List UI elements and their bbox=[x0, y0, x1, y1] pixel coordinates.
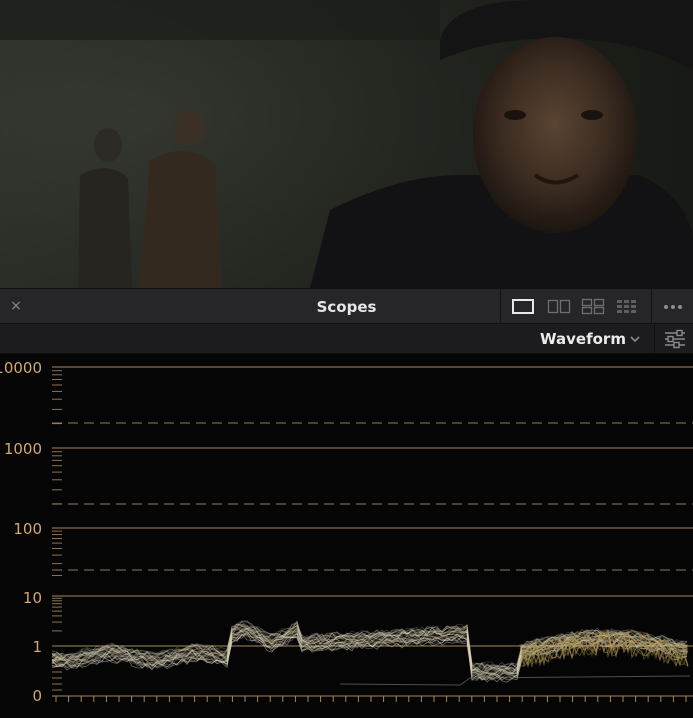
video-viewer[interactable] bbox=[0, 0, 693, 288]
scope-type-label: Waveform bbox=[540, 330, 626, 348]
dual-layout-icon[interactable] bbox=[547, 298, 571, 315]
scope-type-bar: Waveform bbox=[0, 324, 693, 354]
more-options-icon[interactable] bbox=[651, 289, 693, 325]
axis-label-0: 0 bbox=[32, 687, 42, 705]
waveform-scope[interactable]: 10000 1000 100 10 1 0 bbox=[0, 354, 693, 718]
axis-label-1000: 1000 bbox=[4, 440, 42, 458]
layout-switcher bbox=[500, 289, 650, 325]
sliders-settings-icon[interactable] bbox=[654, 324, 693, 354]
quad-layout-icon[interactable] bbox=[581, 298, 605, 315]
background-figure-2 bbox=[140, 151, 222, 288]
single-layout-icon[interactable] bbox=[511, 298, 535, 315]
face bbox=[473, 37, 637, 233]
close-icon[interactable]: × bbox=[6, 296, 26, 316]
scope-type-dropdown[interactable]: Waveform bbox=[536, 324, 648, 354]
grid-layout-icon[interactable] bbox=[616, 298, 640, 315]
background-figure bbox=[78, 168, 132, 288]
axis-label-10000: 10000 bbox=[0, 359, 42, 377]
chevron-down-icon bbox=[630, 336, 640, 343]
waveform-graph: 10000 1000 100 10 1 0 bbox=[0, 359, 693, 705]
waveform-trace bbox=[339, 675, 691, 686]
axis-label-100: 100 bbox=[13, 520, 42, 538]
background-figure-head bbox=[94, 128, 122, 162]
axis-label-1: 1 bbox=[32, 638, 42, 656]
video-frame bbox=[0, 0, 693, 288]
scopes-panel-header: × Scopes bbox=[0, 288, 693, 325]
axis-label-10: 10 bbox=[23, 589, 42, 607]
